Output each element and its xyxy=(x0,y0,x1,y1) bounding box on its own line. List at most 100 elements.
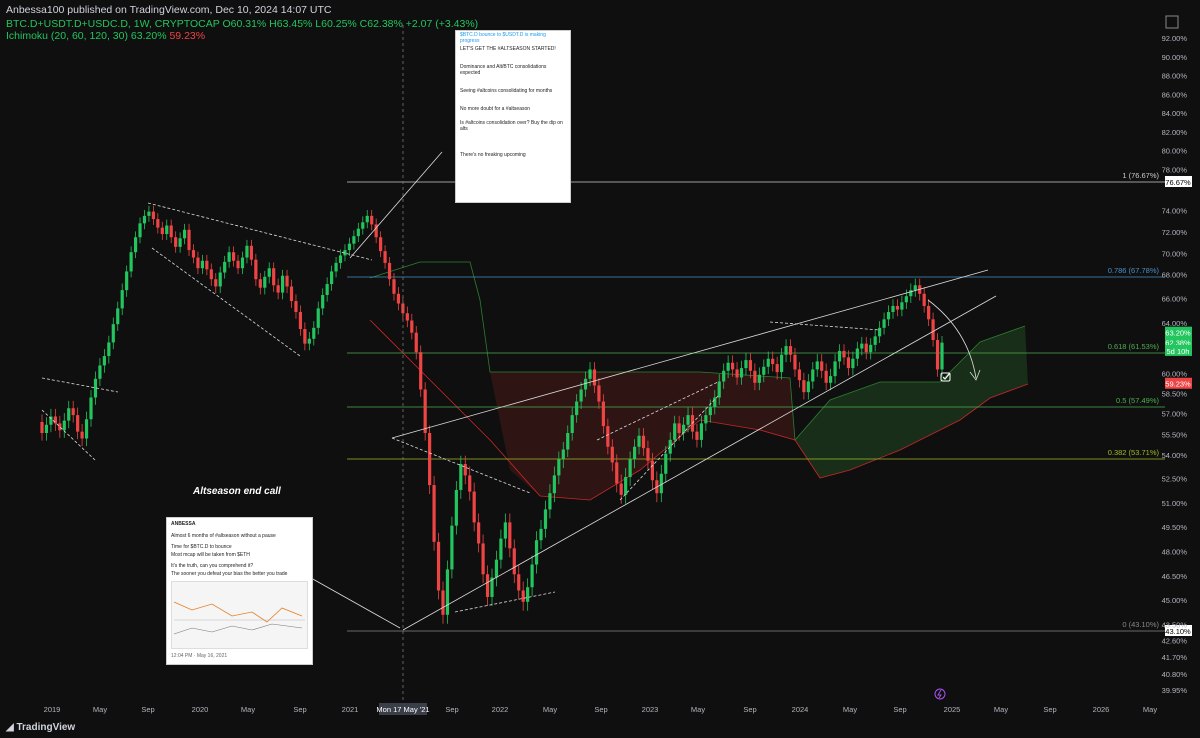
candle-body xyxy=(771,358,775,365)
candle-body xyxy=(851,358,855,369)
candle-body xyxy=(133,237,138,253)
candle-body xyxy=(677,423,681,433)
candle-body xyxy=(784,346,788,355)
candle-body xyxy=(708,406,712,416)
candle-body xyxy=(436,541,441,591)
candle-body xyxy=(98,365,102,379)
candle-body xyxy=(352,236,356,244)
y-tick-label: 74.00% xyxy=(1162,207,1188,216)
candle-body xyxy=(579,389,583,402)
candle-body xyxy=(303,329,307,344)
tweet-line: The sooner you defeat your bias the bett… xyxy=(171,571,288,577)
indicator-name: Ichimoku (20, 60, 120, 30) xyxy=(6,30,128,42)
y-tick-label: 90.00% xyxy=(1162,53,1188,62)
candle-body xyxy=(116,308,120,325)
candle-body xyxy=(534,540,539,565)
candle-body xyxy=(704,415,708,424)
candle-body xyxy=(508,522,512,549)
candle-body xyxy=(824,370,828,383)
x-tick-label: 2022 xyxy=(492,705,509,714)
y-tick-label: 82.00% xyxy=(1162,128,1188,137)
candle-body xyxy=(102,356,106,366)
candle-body xyxy=(780,354,784,373)
tweet-line: Is #altcoins consolidation over? Buy the… xyxy=(460,120,563,132)
candle-body xyxy=(833,361,837,377)
candle-body xyxy=(748,360,753,371)
candle-body xyxy=(214,279,218,287)
y-tick-label: 80.00% xyxy=(1162,147,1188,156)
candle-body xyxy=(432,485,436,542)
candle-body xyxy=(869,344,873,353)
candle-body xyxy=(267,268,271,277)
candle-body xyxy=(468,475,472,492)
candle-body xyxy=(285,275,289,287)
x-tick-label: Sep xyxy=(594,705,607,714)
x-tick-label: 2023 xyxy=(642,705,659,714)
candle-body xyxy=(316,308,320,328)
candle-body xyxy=(334,262,338,272)
candle-body xyxy=(793,354,797,370)
candle-body xyxy=(873,336,877,345)
symbol-name: BTC.D+USDT.D+USDC.D, 1W, CRYPTOCAP xyxy=(6,18,220,30)
candle-body xyxy=(187,229,191,251)
candle-body xyxy=(935,339,940,370)
candle-body xyxy=(552,475,556,494)
candle-body xyxy=(739,368,744,378)
candle-body xyxy=(236,260,240,269)
candle-body xyxy=(891,305,895,313)
chart-screenshot: 1 (76.67%) 76.67% 0.786 (67.78%) 0.618 (61.… xyxy=(0,0,1200,738)
x-tick-label: May xyxy=(241,705,255,714)
x-tick-label: Sep xyxy=(141,705,154,714)
candle-body xyxy=(151,211,155,220)
candle-body xyxy=(855,348,859,359)
x-tick-label: Sep xyxy=(893,705,906,714)
x-tick-label: May xyxy=(994,705,1008,714)
y-tick-label: 52.50% xyxy=(1162,475,1188,484)
candle-body xyxy=(120,290,124,309)
candle-body xyxy=(864,343,868,353)
y-tick-label: 60.00% xyxy=(1162,369,1188,378)
y-tick-label: 72.00% xyxy=(1162,228,1188,237)
candle-body xyxy=(735,369,739,378)
y-tick-label: 64.00% xyxy=(1162,319,1188,328)
tweet-line: No more doubt for a #altseason xyxy=(460,106,531,112)
candle-body xyxy=(788,346,793,355)
y-tick-label: 42.60% xyxy=(1162,636,1188,645)
x-tick-label: 2025 xyxy=(944,705,961,714)
candle-body xyxy=(895,305,900,310)
candle-body xyxy=(165,225,169,235)
candle-body xyxy=(370,215,374,225)
candle-body xyxy=(913,285,917,291)
tweet-line: Most mcap will be taken from $ETH xyxy=(171,552,250,558)
y-tick-label: 84.00% xyxy=(1162,109,1188,118)
y-tick-label: 92.00% xyxy=(1162,34,1188,43)
candle-body xyxy=(272,268,276,286)
candle-body xyxy=(597,385,601,402)
candle-body xyxy=(459,464,463,490)
candle-body xyxy=(695,431,699,440)
candle-body xyxy=(722,370,726,382)
candle-body xyxy=(361,222,365,229)
candle-body xyxy=(40,421,44,433)
candle-body xyxy=(84,419,89,439)
candle-body xyxy=(414,332,418,353)
x-tick-label: Sep xyxy=(1043,705,1056,714)
candle-body xyxy=(280,275,285,293)
candle-body xyxy=(837,350,842,362)
candle-body xyxy=(766,358,770,367)
candle-body xyxy=(757,374,761,383)
candle-body xyxy=(641,435,646,449)
tweet-screenshot-top: $BTC.D bounce to $USDT.D is making progr… xyxy=(455,30,571,203)
x-tick-label: 2021 xyxy=(342,705,359,714)
y-tick-label: 68.00% xyxy=(1162,271,1188,280)
candle-body xyxy=(147,211,151,216)
candle-body xyxy=(263,276,267,288)
candle-body xyxy=(775,364,779,373)
tweet-line: There's no freaking upcoming xyxy=(460,152,526,158)
candle-body xyxy=(472,491,476,523)
candle-body xyxy=(111,324,115,343)
y-tick-label: 55.50% xyxy=(1162,430,1188,439)
candle-body xyxy=(646,448,650,461)
candle-body xyxy=(664,453,668,474)
x-tick-label: 2020 xyxy=(192,705,209,714)
